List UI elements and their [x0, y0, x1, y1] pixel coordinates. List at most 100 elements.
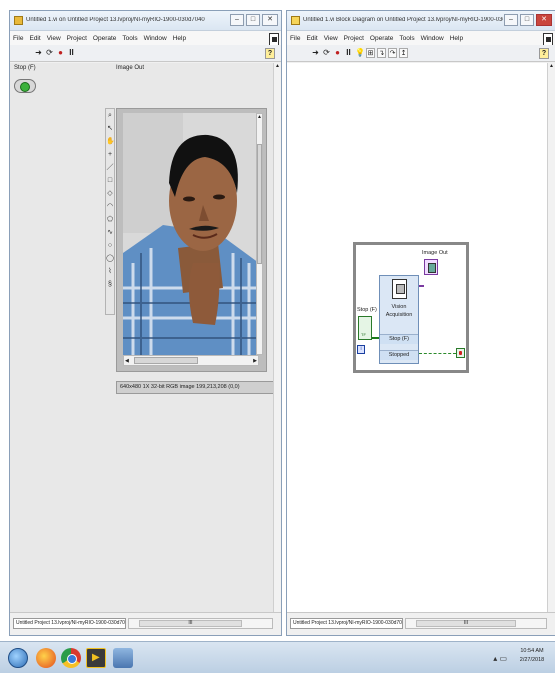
vision-assistant-icon[interactable] [113, 648, 133, 668]
highlight-execution-icon[interactable]: 💡 [355, 48, 365, 58]
start-button-icon[interactable] [8, 648, 28, 668]
menu-help[interactable]: Help [450, 35, 463, 42]
toolbar: ➜ ⟳ ● II 💡 ⊞ ↴ ↷ ↥ ? [287, 45, 555, 62]
menu-file[interactable]: File [13, 35, 23, 42]
rotated-rect-icon[interactable]: ◇ [106, 187, 114, 200]
zoom-icon[interactable]: ⌕ [106, 109, 114, 122]
block-diagram-window: Untitled 1.vi Block Diagram on Untitled … [286, 10, 555, 636]
menu-file[interactable]: File [290, 35, 300, 42]
toolbar: ➜ ⟳ ● II ? [10, 45, 281, 62]
clock-date: 2/27/2018 [519, 657, 545, 663]
annulus-icon[interactable]: ◠ [106, 200, 114, 213]
stopped-output-terminal[interactable]: Stopped [380, 350, 418, 360]
rectangle-icon[interactable]: □ [106, 174, 114, 187]
pointer-icon[interactable]: ↖ [106, 122, 114, 135]
run-arrow-icon[interactable]: ➜ [34, 48, 43, 58]
run-continuous-icon[interactable]: ⟳ [322, 48, 331, 58]
context-help-icon[interactable]: ? [265, 48, 275, 59]
pause-icon[interactable]: II [67, 48, 76, 58]
image-info-bar: 640x480 1X 32-bit RGB image 199,213,208 … [116, 381, 274, 394]
stop-input-terminal[interactable]: Stop (F) [380, 334, 418, 344]
labview-vi-icon [14, 16, 23, 25]
stop-wire[interactable] [372, 337, 379, 339]
menu-tools[interactable]: Tools [122, 35, 137, 42]
ellipse-icon[interactable]: ◯ [106, 252, 114, 265]
chrome-icon[interactable] [61, 648, 81, 668]
close-button[interactable]: ✕ [262, 14, 278, 26]
vertical-scroll-thumb[interactable] [257, 144, 262, 264]
image-out-terminal[interactable] [424, 259, 438, 275]
run-arrow-icon[interactable]: ➜ [311, 48, 320, 58]
image-out-terminal-label: Image Out [422, 250, 448, 256]
point-icon[interactable]: + [106, 148, 114, 161]
maximize-button[interactable]: □ [520, 14, 534, 26]
oval-icon[interactable]: ○ [106, 239, 114, 252]
menu-view[interactable]: View [324, 35, 338, 42]
menu-tools[interactable]: Tools [399, 35, 414, 42]
step-over-icon[interactable]: ↷ [388, 48, 397, 58]
image-display[interactable]: ▲ ◀ ▶ [116, 108, 267, 372]
system-clock[interactable]: 10:54 AM 2/27/2018 [513, 647, 551, 665]
block-diagram-icon [291, 16, 300, 25]
broken-line-icon[interactable]: ⌇ [106, 265, 114, 278]
loop-condition-terminal[interactable] [456, 348, 465, 358]
polygon-icon[interactable]: ⬠ [106, 213, 114, 226]
minimize-button[interactable]: – [504, 14, 518, 26]
menu-operate[interactable]: Operate [93, 35, 117, 42]
stop-button[interactable] [14, 79, 36, 93]
front-panel-canvas: Stop (F) Image Out ⌕ ↖ ✋ + ／ □ ◇ ◠ ⬠ ∿ ○… [10, 63, 275, 612]
taskbar: ▴ ▭ 10:54 AM 2/27/2018 [0, 641, 555, 673]
image-horizontal-scrollbar[interactable]: ◀ ▶ [123, 355, 259, 366]
pan-icon[interactable]: ✋ [106, 135, 115, 148]
diagram-horizontal-scrollbar[interactable]: III [405, 618, 547, 629]
step-out-icon[interactable]: ↥ [399, 48, 408, 58]
retain-wire-values-icon[interactable]: ⊞ [366, 48, 375, 58]
panel-horizontal-scrollbar[interactable]: III [128, 618, 273, 629]
step-into-icon[interactable]: ↴ [377, 48, 386, 58]
menu-operate[interactable]: Operate [370, 35, 394, 42]
while-loop[interactable]: Image Out Stop (F) i Vision Acquisition … [353, 242, 469, 373]
project-path[interactable]: Untitled Project 13.lvproj/NI-myRIO-1900… [290, 618, 403, 629]
pause-icon[interactable]: II [344, 48, 353, 58]
horizontal-scroll-thumb[interactable]: III [416, 620, 516, 627]
menu-project[interactable]: Project [67, 35, 87, 42]
freehand-icon[interactable]: ∿ [106, 226, 114, 239]
minimize-button[interactable]: – [230, 14, 244, 26]
vision-acquisition-express-vi[interactable]: Vision Acquisition Stop (F) Stopped [379, 275, 419, 364]
panel-vertical-scrollbar[interactable]: ▲ [273, 63, 281, 612]
stop-terminal[interactable] [358, 316, 372, 340]
menu-project[interactable]: Project [344, 35, 364, 42]
image-vertical-scrollbar[interactable]: ▲ [256, 113, 263, 355]
maximize-button[interactable]: □ [246, 14, 260, 26]
line-icon[interactable]: ／ [106, 161, 114, 174]
horizontal-scroll-thumb[interactable]: III [139, 620, 242, 627]
menu-view[interactable]: View [47, 35, 61, 42]
window-title: Untitled 1.vi Block Diagram on Untitled … [303, 17, 503, 23]
close-button[interactable]: ✕ [536, 14, 552, 26]
menu-edit[interactable]: Edit [29, 35, 40, 42]
firefox-icon[interactable] [36, 648, 56, 668]
image-wire[interactable] [419, 285, 424, 287]
horizontal-scroll-thumb[interactable] [134, 357, 198, 364]
menu-window[interactable]: Window [144, 35, 167, 42]
menu-window[interactable]: Window [421, 35, 444, 42]
tray-icons[interactable]: ▴ ▭ [493, 654, 507, 663]
run-continuous-icon[interactable]: ⟳ [45, 48, 54, 58]
block-diagram-titlebar[interactable]: Untitled 1.vi Block Diagram on Untitled … [287, 11, 555, 31]
freehand-line-icon[interactable]: § [106, 278, 114, 291]
context-help-icon[interactable]: ? [539, 48, 549, 59]
stopped-wire[interactable] [419, 353, 456, 354]
abort-icon[interactable]: ● [56, 48, 65, 58]
menu-edit[interactable]: Edit [306, 35, 317, 42]
menu-help[interactable]: Help [173, 35, 186, 42]
image-tools-palette: ⌕ ↖ ✋ + ／ □ ◇ ◠ ⬠ ∿ ○ ◯ ⌇ § [105, 108, 115, 315]
express-vi-name: Vision Acquisition [385, 304, 413, 318]
status-bar: Untitled Project 13.lvproj/NI-myRIO-1900… [287, 612, 555, 635]
status-bar: Untitled Project 13.lvproj/NI-myRIO-1900… [10, 612, 281, 635]
diagram-vertical-scrollbar[interactable]: ▲ [547, 63, 555, 612]
project-path[interactable]: Untitled Project 13.lvproj/NI-myRIO-1900… [13, 618, 126, 629]
abort-icon[interactable]: ● [333, 48, 342, 58]
stop-label: Stop (F) [14, 65, 36, 71]
labview-icon[interactable] [86, 648, 106, 668]
front-panel-titlebar[interactable]: Untitled 1.vi on Untitled Project 13.lvp… [10, 11, 281, 31]
